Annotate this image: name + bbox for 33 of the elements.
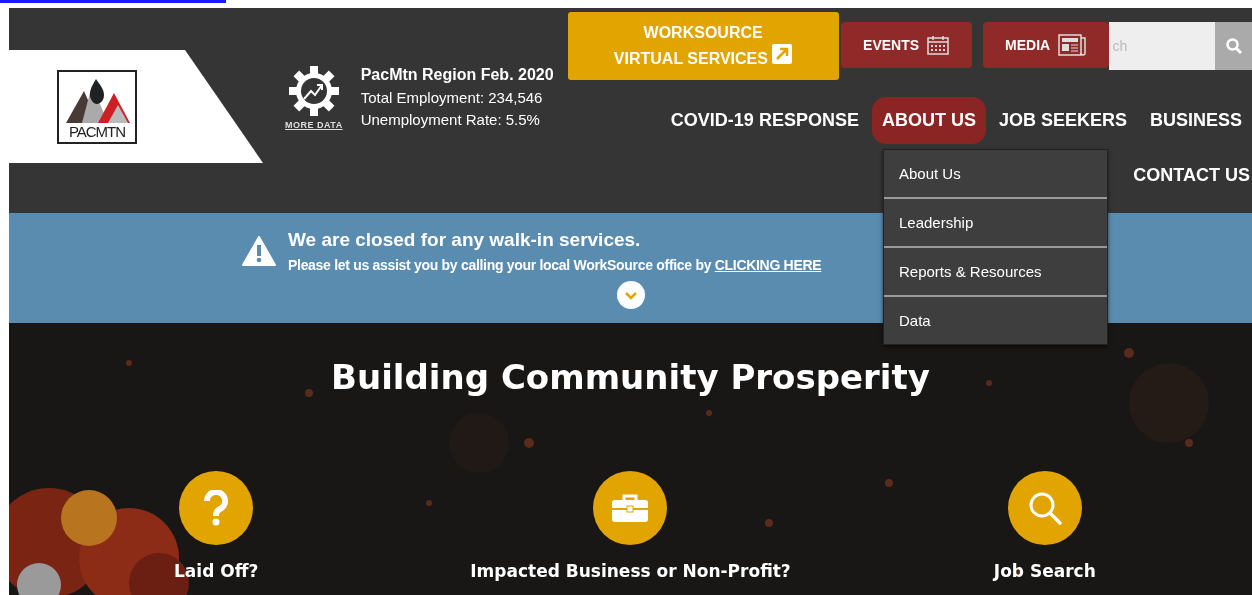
newspaper-icon <box>1058 34 1087 56</box>
more-data-link[interactable]: MORE DATA <box>285 120 343 130</box>
nav-link[interactable]: BUSINESS <box>1139 97 1252 144</box>
logo-text: PACMTN <box>68 122 126 140</box>
dropdown-item[interactable]: Reports & Resources <box>884 246 1107 295</box>
gear-chart-icon <box>288 66 339 116</box>
stat-line: Unemployment Rate: 5.5% <box>360 111 541 128</box>
dropdown-item[interactable]: About Us <box>884 150 1107 197</box>
logo[interactable]: PACMTN <box>57 69 137 144</box>
alert-title: We are closed for any walk-in services. <box>288 229 642 251</box>
nav-link[interactable]: JOB SEEKERS <box>988 97 1137 144</box>
dropdown-item[interactable]: Leadership <box>884 197 1107 246</box>
dropdown-item[interactable]: Data <box>884 295 1107 344</box>
briefcase-icon <box>611 493 650 523</box>
card-label[interactable]: Impacted Business or Non-Profit? <box>470 561 791 581</box>
stat-line: Total Employment: 234,546 <box>360 89 544 106</box>
calendar-icon <box>927 35 950 55</box>
card-label[interactable]: Job Search <box>993 561 1096 581</box>
hero-title: Building Community Prosperity <box>331 357 930 397</box>
nav-link[interactable]: COVID-19 RESPONSE <box>660 97 869 144</box>
nav-link[interactable]: CONTACT US <box>1131 154 1252 197</box>
region-title: PacMtn Region Feb. 2020 <box>360 66 554 84</box>
chevron-down-icon[interactable] <box>616 281 645 309</box>
media-button[interactable]: MEDIA <box>982 22 1109 68</box>
search-icon <box>1225 38 1242 54</box>
nav-link[interactable]: ABOUT US <box>871 97 986 144</box>
events-button[interactable]: EVENTS <box>840 22 972 68</box>
warning-icon <box>242 236 276 266</box>
clicking-here-link[interactable]: CLICKING HERE <box>714 257 822 273</box>
alert-message: Please let us assist you by calling your local WorkSource office by CLICKING HERE <box>288 257 822 273</box>
external-link-icon <box>772 44 793 64</box>
card-label[interactable]: Laid Off? <box>174 561 259 581</box>
question-icon <box>204 490 229 526</box>
